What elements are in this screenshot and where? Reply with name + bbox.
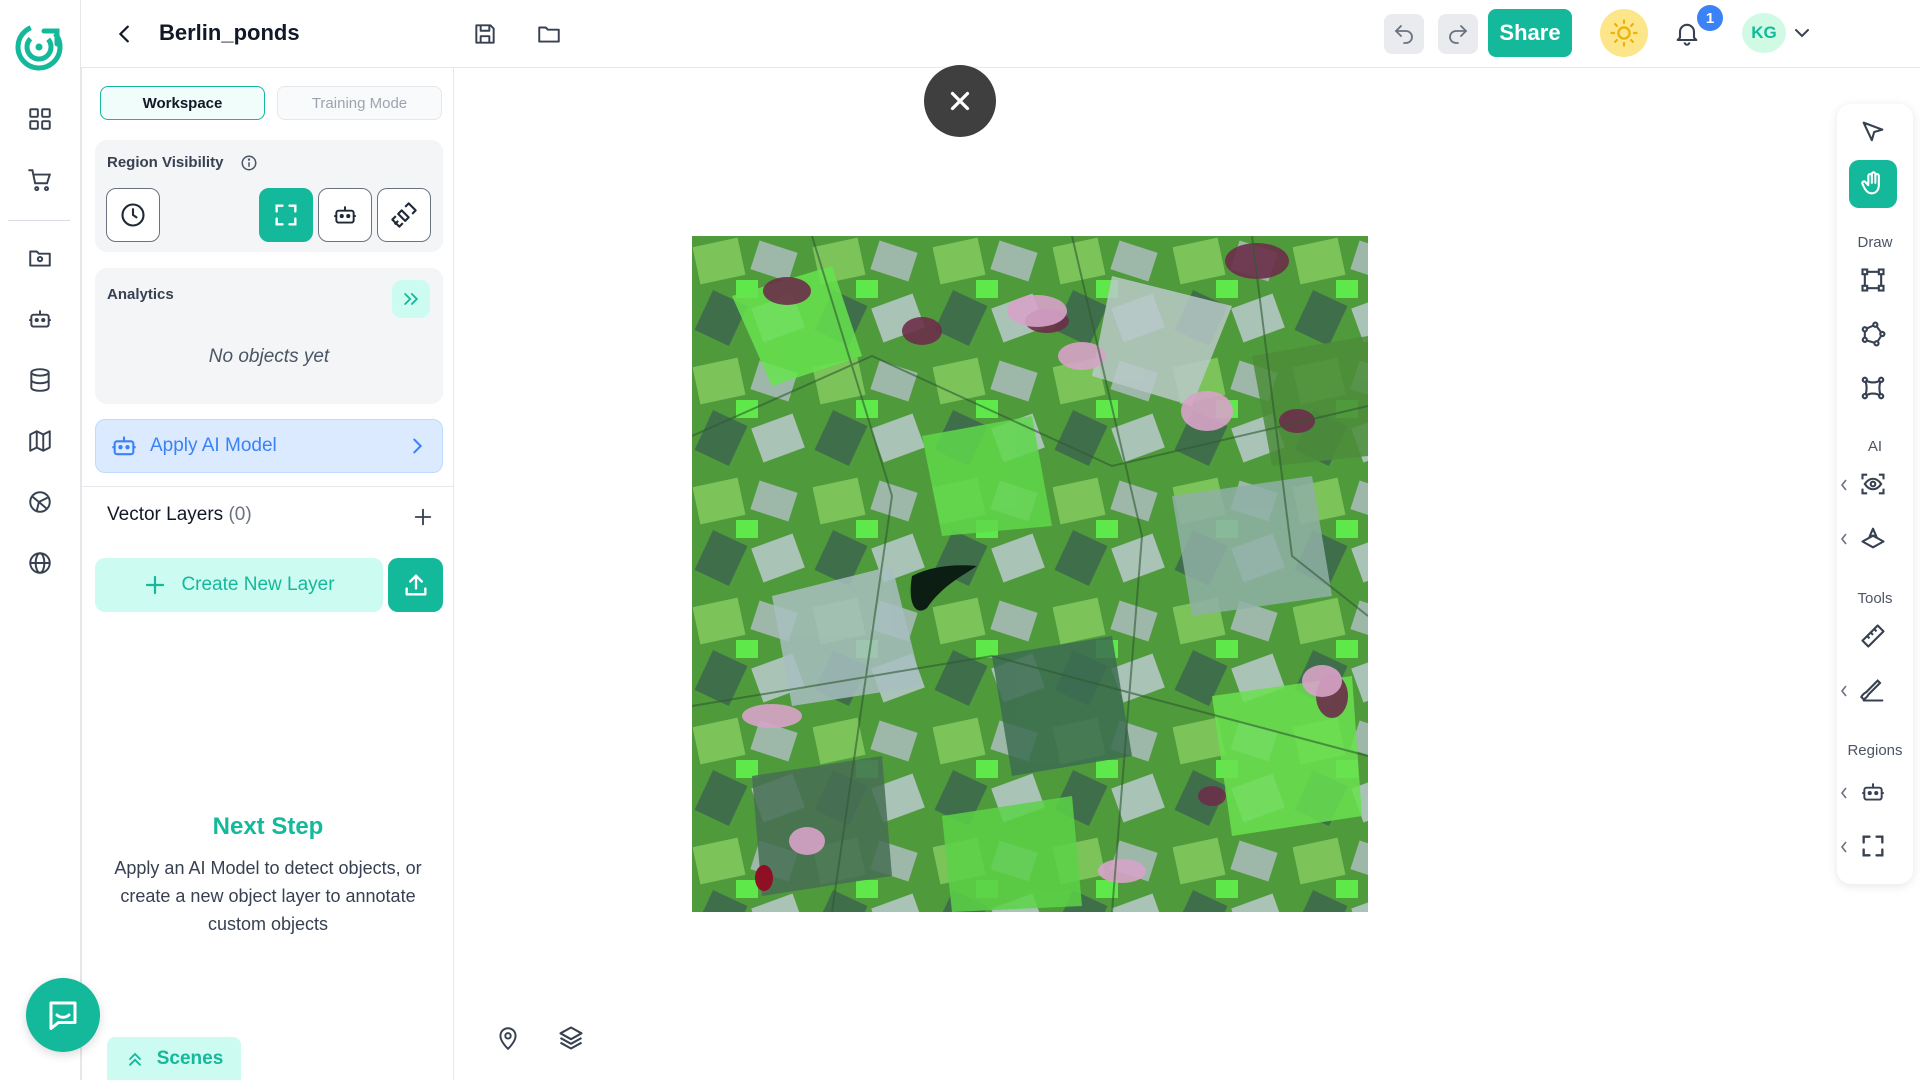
ai-region-visibility-button[interactable] bbox=[318, 188, 372, 242]
folder-icon[interactable] bbox=[22, 240, 58, 276]
ai-detect-eye-icon[interactable] bbox=[1849, 460, 1897, 508]
right-toolbar: Draw AI Tools Regions bbox=[1837, 104, 1913, 884]
scenes-label: Scenes bbox=[156, 1047, 224, 1069]
folder-open-icon[interactable] bbox=[529, 14, 569, 54]
next-step-title: Next Step bbox=[212, 813, 324, 840]
no-objects-text: No objects yet bbox=[208, 346, 330, 367]
chevron-left-icon[interactable] bbox=[1839, 840, 1849, 854]
scenes-button[interactable]: Scenes bbox=[107, 1037, 241, 1080]
plus-icon bbox=[143, 573, 167, 597]
draw-section-label: Draw bbox=[1857, 234, 1893, 251]
map-icon[interactable] bbox=[22, 423, 58, 459]
robot-icon[interactable] bbox=[22, 301, 58, 337]
theme-sun-icon[interactable] bbox=[1600, 9, 1648, 57]
robot-icon bbox=[110, 432, 138, 460]
add-layer-button[interactable] bbox=[405, 499, 441, 535]
close-button[interactable] bbox=[924, 65, 996, 137]
create-new-layer-button[interactable]: Create New Layer bbox=[95, 558, 383, 612]
analytics-card: Analytics No objects yet bbox=[95, 268, 443, 404]
chevron-left-icon[interactable] bbox=[1839, 786, 1849, 800]
next-step-text: Apply an AI Model to detect objects, or … bbox=[114, 858, 422, 934]
workspace-panel: Workspace Training Mode Region Visibilit… bbox=[81, 68, 454, 1080]
user-avatar[interactable]: KG bbox=[1742, 13, 1786, 53]
region-frame-visibility-button[interactable] bbox=[259, 188, 313, 242]
cart-icon[interactable] bbox=[22, 162, 58, 198]
tab-training-mode[interactable]: Training Mode bbox=[277, 86, 442, 120]
chevron-left-icon[interactable] bbox=[1839, 684, 1849, 698]
redo-button[interactable] bbox=[1438, 14, 1478, 54]
back-button[interactable] bbox=[107, 16, 143, 52]
left-nav-rail bbox=[0, 0, 81, 1080]
database-icon[interactable] bbox=[22, 362, 58, 398]
chevron-left-icon[interactable] bbox=[1839, 532, 1849, 546]
vector-layers-count: (0) bbox=[228, 504, 252, 525]
globe-icon[interactable] bbox=[22, 545, 58, 581]
notification-badge: 1 bbox=[1697, 5, 1723, 31]
vector-layers-label: Vector Layers bbox=[107, 504, 224, 525]
region-visibility-title: Region Visibility bbox=[107, 154, 224, 171]
layers-icon[interactable] bbox=[553, 1020, 589, 1056]
ruler-icon[interactable] bbox=[1849, 612, 1897, 660]
apply-ai-model-button[interactable]: Apply AI Model bbox=[95, 419, 443, 473]
share-button[interactable]: Share bbox=[1488, 9, 1572, 57]
ai-section-label: AI bbox=[1867, 438, 1883, 455]
draw-freeform-icon[interactable] bbox=[1849, 364, 1897, 412]
analytics-title: Analytics bbox=[107, 286, 174, 303]
ai-region-robot-icon[interactable] bbox=[1849, 768, 1897, 816]
draw-polygon-icon[interactable] bbox=[1849, 310, 1897, 358]
time-visibility-button[interactable] bbox=[106, 188, 160, 242]
tab-workspace[interactable]: Workspace bbox=[100, 86, 265, 120]
regions-section-label: Regions bbox=[1847, 742, 1903, 759]
app-logo-icon[interactable] bbox=[14, 22, 64, 72]
rail-divider bbox=[8, 220, 70, 221]
project-title: Berlin_ponds bbox=[159, 20, 300, 45]
draw-rectangle-icon[interactable] bbox=[1849, 256, 1897, 304]
pen-draw-icon[interactable] bbox=[1849, 666, 1897, 714]
expand-analytics-button[interactable] bbox=[392, 280, 430, 318]
select-pointer-icon[interactable] bbox=[1849, 108, 1897, 156]
mode-toggle: Workspace Training Mode bbox=[100, 86, 442, 122]
satellite-visibility-button[interactable] bbox=[377, 188, 431, 242]
chevron-double-up-icon bbox=[125, 1049, 145, 1069]
dashboard-grid-icon[interactable] bbox=[22, 101, 58, 137]
upload-layer-button[interactable] bbox=[388, 558, 443, 612]
vector-layers-title: Vector Layers (0) bbox=[107, 504, 252, 526]
undo-button[interactable] bbox=[1384, 14, 1424, 54]
chevron-right-icon bbox=[406, 435, 428, 457]
save-icon[interactable] bbox=[465, 14, 505, 54]
chevron-left-icon[interactable] bbox=[1839, 478, 1849, 492]
create-new-layer-label: Create New Layer bbox=[181, 574, 335, 595]
support-chat-button[interactable] bbox=[26, 978, 100, 1052]
region-frame-icon[interactable] bbox=[1849, 822, 1897, 870]
globe-grid-icon[interactable] bbox=[22, 484, 58, 520]
tools-section-label: Tools bbox=[1857, 590, 1893, 607]
ai-segment-icon[interactable] bbox=[1849, 514, 1897, 562]
chevron-down-icon[interactable] bbox=[1790, 21, 1814, 45]
pan-hand-icon[interactable] bbox=[1849, 160, 1897, 208]
info-icon[interactable] bbox=[240, 154, 258, 172]
apply-ai-model-label: Apply AI Model bbox=[150, 435, 277, 456]
location-pin-icon[interactable] bbox=[490, 1020, 526, 1056]
panel-divider bbox=[82, 486, 454, 487]
satellite-image[interactable] bbox=[692, 236, 1368, 912]
